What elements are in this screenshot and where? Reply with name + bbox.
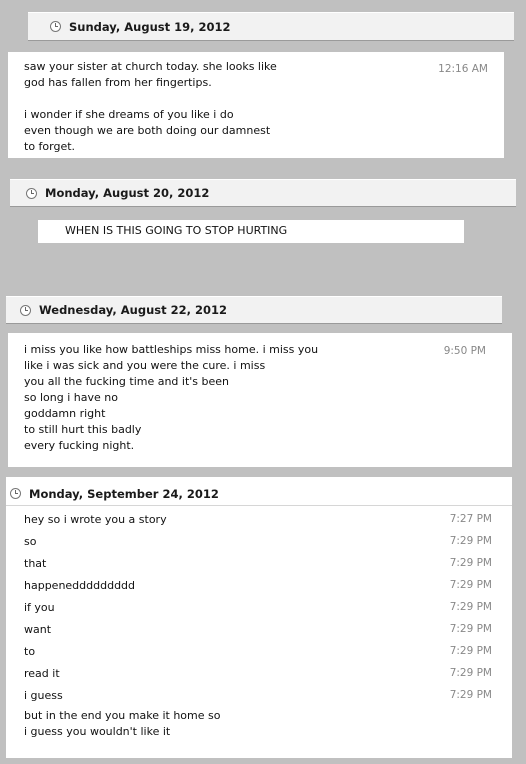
message-line-timestamp: 7:29 PM (449, 601, 492, 613)
message-line-timestamp: 7:29 PM (449, 535, 492, 547)
message-line-timestamp: 7:29 PM (449, 557, 492, 569)
message-line-timestamp: 7:29 PM (449, 623, 492, 635)
message-line: want (24, 623, 52, 636)
message-line-timestamp: 7:29 PM (449, 689, 492, 701)
message-line: so (24, 535, 37, 548)
message-line: hey so i wrote you a story (24, 513, 167, 526)
message-lines: hey so i wrote you a story 7:27 PM so 7:… (0, 0, 526, 764)
message-line: to (24, 645, 36, 658)
message-line-timestamp: 7:27 PM (449, 513, 492, 525)
message-line: i guess (24, 689, 63, 702)
message-line: if you (24, 601, 55, 614)
message-line-timestamp: 7:29 PM (449, 667, 492, 679)
message-line: that (24, 557, 47, 570)
message-line-timestamp: 7:29 PM (449, 645, 492, 657)
message-closing-text: but in the end you make it home so i gue… (24, 709, 221, 738)
message-line: happeneddddddddd (24, 579, 136, 592)
message-line: read it (24, 667, 60, 680)
message-line-timestamp: 7:29 PM (449, 579, 492, 591)
